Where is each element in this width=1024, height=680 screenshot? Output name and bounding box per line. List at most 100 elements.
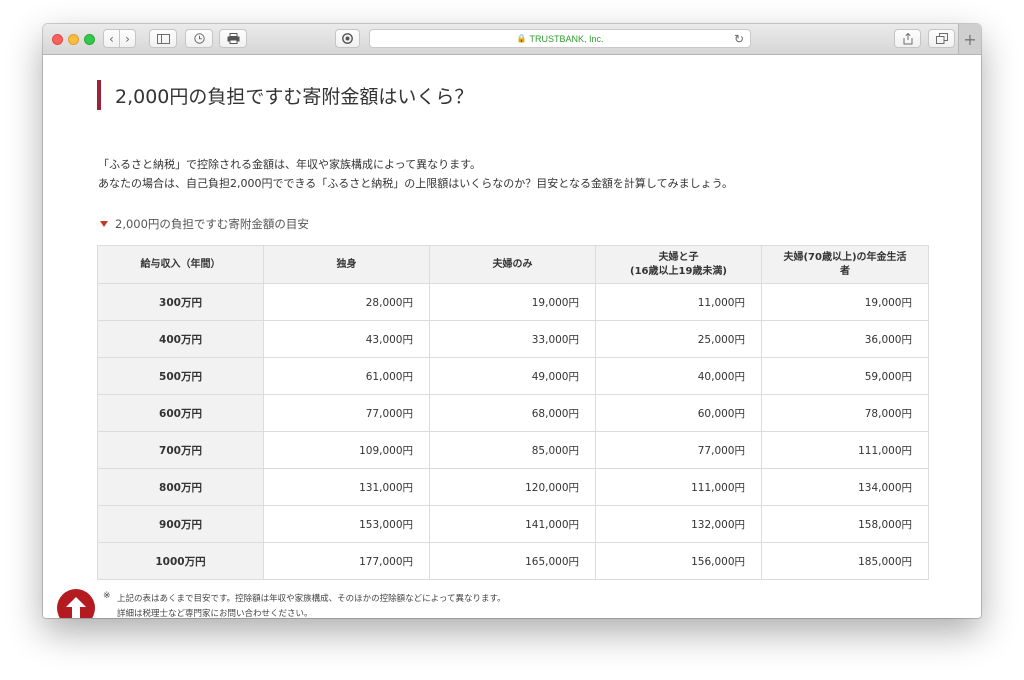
header-pension-line1: 夫婦(70歳以上)の年金生活 — [783, 251, 907, 263]
intro-line-1: 「ふるさと納税」で控除される金額は、年収や家族構成によって異なります。 — [98, 158, 482, 171]
cell-couple: 19,000円 — [429, 283, 596, 321]
cell-couple-child: 132,000円 — [595, 505, 762, 543]
cell-couple: 33,000円 — [429, 320, 596, 358]
section-heading: 2,000円の負担ですむ寄附金額の目安 — [100, 216, 309, 232]
donation-estimate-table: 給与収入（年間） 独身 夫婦のみ 夫婦と子 (16歳以上19歳未満) 夫婦(70… — [97, 245, 929, 580]
share-icon — [903, 32, 912, 44]
section-title: 2,000円の負担ですむ寄附金額の目安 — [115, 217, 309, 231]
header-pension: 夫婦(70歳以上)の年金生活 者 — [761, 245, 929, 284]
history-button[interactable] — [185, 29, 213, 48]
cell-pension: 185,000円 — [761, 542, 929, 580]
cell-couple-child: 25,000円 — [595, 320, 762, 358]
cell-income: 300万円 — [97, 283, 264, 321]
cell-pension: 59,000円 — [761, 357, 929, 395]
header-couple: 夫婦のみ — [429, 245, 596, 284]
table-row: 400万円 43,000円 33,000円 25,000円 36,000円 — [97, 320, 929, 358]
cell-couple: 120,000円 — [429, 468, 596, 506]
cell-pension: 158,000円 — [761, 505, 929, 543]
table-row: 1000万円 177,000円 165,000円 156,000円 185,00… — [97, 542, 929, 580]
lock-icon: 🔒 — [516, 34, 527, 43]
page-content: 2,000円の負担ですむ寄附金額はいくら？ 「ふるさと納税」で控除される金額は、… — [43, 55, 981, 618]
cell-income: 900万円 — [97, 505, 264, 543]
chevron-left-icon: ‹ — [109, 31, 114, 46]
back-button[interactable]: ‹ — [103, 29, 120, 48]
header-couple-child: 夫婦と子 (16歳以上19歳未満) — [595, 245, 762, 284]
cell-single: 28,000円 — [263, 283, 430, 321]
reader-icon — [342, 33, 353, 44]
minimize-window-button[interactable] — [68, 34, 79, 45]
cell-couple-child: 11,000円 — [595, 283, 762, 321]
cell-single: 153,000円 — [263, 505, 430, 543]
cell-couple-child: 40,000円 — [595, 357, 762, 395]
cell-income: 400万円 — [97, 320, 264, 358]
new-tab-button[interactable]: + — [958, 24, 981, 54]
header-couple-child-line1: 夫婦と子 — [658, 251, 699, 263]
cell-couple: 165,000円 — [429, 542, 596, 580]
cell-single: 109,000円 — [263, 431, 430, 469]
intro-text: 「ふるさと納税」で控除される金額は、年収や家族構成によって異なります。 あなたの… — [98, 155, 733, 193]
cell-single: 131,000円 — [263, 468, 430, 506]
cell-pension: 78,000円 — [761, 394, 929, 432]
cell-income: 800万円 — [97, 468, 264, 506]
scroll-to-top-button[interactable] — [57, 589, 95, 618]
cell-couple: 68,000円 — [429, 394, 596, 432]
reader-button[interactable] — [335, 29, 360, 48]
cell-couple: 141,000円 — [429, 505, 596, 543]
table-header-row: 給与収入（年間） 独身 夫婦のみ 夫婦と子 (16歳以上19歳未満) 夫婦(70… — [97, 245, 929, 284]
footnote-mark: ※ — [103, 591, 111, 601]
cell-income: 700万円 — [97, 431, 264, 469]
header-income: 給与収入（年間） — [97, 245, 264, 284]
cell-couple: 85,000円 — [429, 431, 596, 469]
table-row: 800万円 131,000円 120,000円 111,000円 134,000… — [97, 468, 929, 506]
close-window-button[interactable] — [52, 34, 63, 45]
cell-pension: 111,000円 — [761, 431, 929, 469]
footnote-line-1: 上記の表はあくまで目安です。控除額は年収や家族構成、そのほかの控除額などによって… — [117, 594, 506, 604]
arrow-up-icon — [66, 597, 86, 618]
cell-pension: 134,000円 — [761, 468, 929, 506]
cell-income: 500万円 — [97, 357, 264, 395]
sidebar-button[interactable] — [149, 29, 177, 48]
triangle-down-icon — [100, 221, 108, 227]
table-row: 900万円 153,000円 141,000円 132,000円 158,000… — [97, 505, 929, 543]
intro-line-2: あなたの場合は、自己負担2,000円でできる「ふるさと納税」の上限額はいくらなの… — [98, 177, 733, 190]
forward-button[interactable]: › — [119, 29, 136, 48]
cell-pension: 36,000円 — [761, 320, 929, 358]
cell-single: 61,000円 — [263, 357, 430, 395]
cell-pension: 19,000円 — [761, 283, 929, 321]
cell-income: 600万円 — [97, 394, 264, 432]
show-tabs-button[interactable] — [928, 29, 955, 48]
address-bar[interactable]: 🔒 TRUSTBANK, Inc. ↻ — [369, 29, 751, 48]
table-row: 600万円 77,000円 68,000円 60,000円 78,000円 — [97, 394, 929, 432]
print-button[interactable] — [219, 29, 247, 48]
table-row: 500万円 61,000円 49,000円 40,000円 59,000円 — [97, 357, 929, 395]
cell-couple-child: 156,000円 — [595, 542, 762, 580]
header-pension-line2: 者 — [840, 265, 850, 277]
cell-single: 177,000円 — [263, 542, 430, 580]
sidebar-icon — [156, 33, 170, 44]
reload-icon[interactable]: ↻ — [734, 32, 744, 46]
share-button[interactable] — [894, 29, 921, 48]
header-couple-child-line2: (16歳以上19歳未満) — [630, 265, 727, 277]
cell-income: 1000万円 — [97, 542, 264, 580]
table-row: 300万円 28,000円 19,000円 11,000円 19,000円 — [97, 283, 929, 321]
plus-icon: + — [963, 29, 977, 49]
footnote-line-2: 詳細は税理士など専門家にお問い合わせください。 — [117, 609, 313, 618]
table-row: 700万円 109,000円 85,000円 77,000円 111,000円 — [97, 431, 929, 469]
browser-toolbar: ‹ › 🔒 TRUSTBANK, Inc. ↻ + — [43, 24, 981, 55]
printer-icon — [227, 33, 239, 44]
cell-single: 77,000円 — [263, 394, 430, 432]
cell-couple-child: 77,000円 — [595, 431, 762, 469]
cell-couple: 49,000円 — [429, 357, 596, 395]
footnote: ※ 上記の表はあくまで目安です。控除額は年収や家族構成、そのほかの控除額などによ… — [103, 591, 506, 618]
tabs-icon — [935, 33, 948, 44]
cell-couple-child: 60,000円 — [595, 394, 762, 432]
browser-window: ‹ › 🔒 TRUSTBANK, Inc. ↻ + 2,000円の負担ですむ寄附… — [43, 24, 981, 618]
header-single: 独身 — [263, 245, 430, 284]
clock-icon — [193, 33, 205, 44]
cell-single: 43,000円 — [263, 320, 430, 358]
address-text: TRUSTBANK, Inc. — [529, 33, 604, 44]
page-title: 2,000円の負担ですむ寄附金額はいくら？ — [97, 80, 473, 110]
chevron-right-icon: › — [125, 31, 130, 46]
zoom-window-button[interactable] — [84, 34, 95, 45]
cell-couple-child: 111,000円 — [595, 468, 762, 506]
